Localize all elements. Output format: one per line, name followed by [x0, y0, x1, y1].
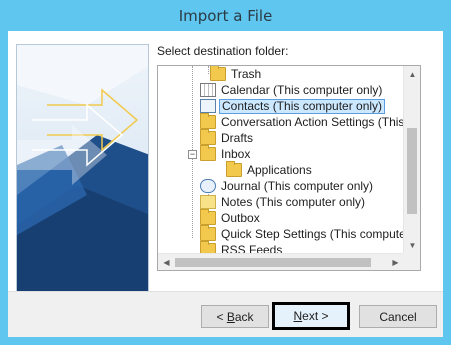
folder-tree[interactable]: Trash Calendar (This computer only) Cont…: [157, 65, 421, 271]
inbox-icon: [200, 145, 216, 161]
dialog-client-area: Select destination folder: Trash Calenda…: [8, 31, 443, 337]
title-bar: Import a File: [0, 0, 451, 31]
horizontal-scroll-thumb[interactable]: [175, 258, 371, 267]
scrollbar-corner: [402, 252, 420, 270]
tree-item-conversation-action-settings[interactable]: Conversation Action Settings (This c: [200, 113, 416, 130]
scroll-left-arrow-icon[interactable]: ◀: [158, 254, 175, 270]
outbox-icon: [200, 209, 216, 225]
tree-item-calendar[interactable]: Calendar (This computer only): [200, 82, 384, 98]
collapse-inbox-icon[interactable]: −: [188, 150, 197, 159]
folder-icon: [200, 225, 216, 241]
window-title: Import a File: [178, 6, 273, 25]
journal-icon: [200, 179, 216, 193]
tree-item-contacts[interactable]: Contacts (This computer only): [200, 98, 386, 114]
cancel-button[interactable]: Cancel: [359, 305, 437, 328]
tree-item-outbox[interactable]: Outbox: [200, 209, 262, 226]
scroll-up-arrow-icon[interactable]: ▲: [404, 66, 420, 83]
calendar-icon: [200, 83, 216, 97]
tree-item-quick-step-settings[interactable]: Quick Step Settings (This computer c: [200, 225, 420, 242]
button-bar: < Back Next > Cancel: [8, 291, 443, 337]
tree-item-journal[interactable]: Journal (This computer only): [200, 178, 375, 194]
next-button[interactable]: Next >: [272, 302, 350, 330]
vertical-scroll-thumb[interactable]: [407, 128, 417, 214]
back-button[interactable]: < Back: [201, 305, 269, 328]
notes-icon: [200, 195, 216, 209]
vertical-scrollbar[interactable]: ▲ ▼: [403, 66, 420, 254]
tree-item-applications[interactable]: Applications: [226, 161, 314, 178]
tree-item-notes[interactable]: Notes (This computer only): [200, 194, 367, 210]
tree-item-inbox[interactable]: Inbox: [200, 145, 252, 162]
banner-arrows-graphic: [17, 45, 148, 301]
tree-line: [208, 66, 209, 74]
contacts-icon: [200, 99, 216, 113]
destination-folder-label: Select destination folder:: [157, 44, 289, 58]
folder-icon: [200, 113, 216, 129]
wizard-banner-image: [16, 44, 149, 302]
folder-icon: [200, 129, 216, 145]
tree-item-trash[interactable]: Trash: [210, 66, 263, 82]
folder-icon: [226, 161, 242, 177]
folder-icon: [210, 66, 226, 81]
horizontal-scrollbar[interactable]: ◀ ▶: [158, 253, 404, 270]
tree-item-drafts[interactable]: Drafts: [200, 129, 255, 146]
